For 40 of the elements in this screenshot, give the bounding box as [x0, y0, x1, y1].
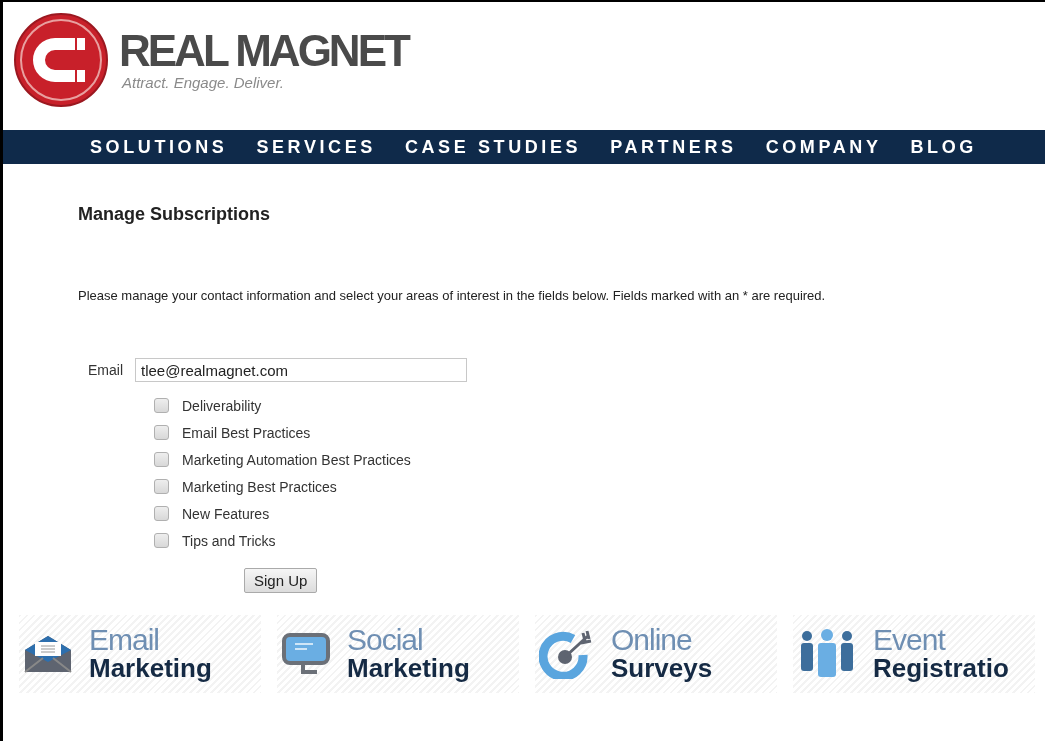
nav-link[interactable]: BLOG	[910, 136, 977, 158]
nav-link[interactable]: PARTNERS	[610, 136, 737, 158]
banner-subtitle: Marketing	[89, 654, 212, 682]
nav-link[interactable]: CASE STUDIES	[404, 136, 582, 158]
banner-title: Event	[873, 626, 947, 654]
banner-title: Social	[347, 626, 424, 654]
nav-link[interactable]: SERVICES	[256, 136, 376, 158]
checkbox[interactable]	[154, 533, 169, 548]
banner-subtitle: Registratio	[873, 654, 1009, 682]
banner-title: Email	[89, 626, 160, 654]
nav-link[interactable]: COMPANY	[765, 136, 882, 158]
checkbox[interactable]	[154, 398, 169, 413]
service-banner[interactable]: Social Marketing	[277, 615, 519, 693]
page-title: Manage Subscriptions	[78, 204, 272, 225]
checkbox[interactable]	[154, 452, 169, 467]
email-field[interactable]: tlee@realmagnet.com	[135, 358, 467, 382]
service-banner[interactable]: Email Marketing	[19, 615, 261, 693]
banner-subtitle: Marketing	[347, 654, 470, 682]
checkbox-label: Deliverability	[182, 397, 262, 414]
sign-up-button[interactable]: Sign Up	[244, 568, 318, 593]
nav-link[interactable]: SOLUTIONS	[90, 136, 228, 158]
banner-title: Online	[611, 626, 693, 654]
intro-text: Please manage your contact information and select your areas of interest in the fields below. Fields marked with an * are required.	[78, 287, 827, 304]
checkbox-label: Email Best Practices	[182, 424, 311, 441]
checkbox-label: New Features	[182, 505, 270, 522]
banner-subtitle: Surveys	[611, 654, 713, 682]
tagline: Attract. Engage. Deliver.	[120, 74, 286, 91]
checkbox-label: Tips and Tricks	[182, 532, 276, 549]
checkbox[interactable]	[154, 425, 169, 440]
magnet-logo-icon	[13, 12, 109, 108]
checkbox-label: Marketing Best Practices	[182, 478, 337, 495]
service-banner[interactable]: Event Registratio	[793, 615, 1035, 693]
email-label: Email	[88, 362, 123, 378]
checkbox[interactable]	[154, 479, 169, 494]
brand-name: REAL MAGNET	[119, 26, 408, 76]
speech-bubble-icon	[281, 632, 331, 676]
checkbox[interactable]	[154, 506, 169, 521]
envelope-icon	[23, 634, 73, 674]
service-banner[interactable]: Online Surveys	[535, 615, 777, 693]
checkbox-label: Marketing Automation Best Practices	[182, 451, 411, 468]
